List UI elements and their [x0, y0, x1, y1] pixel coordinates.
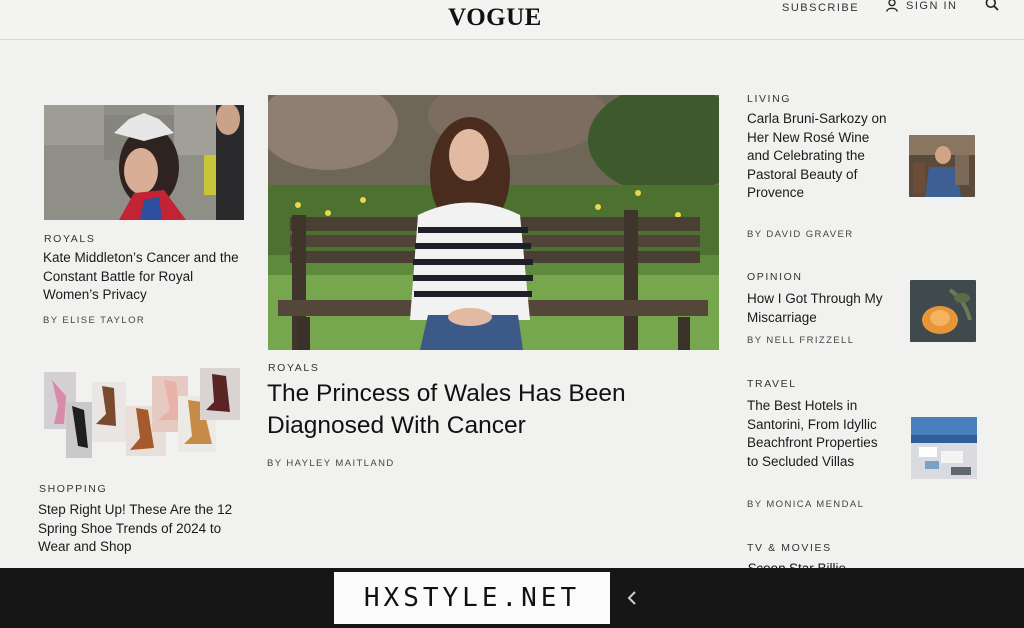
watermark-banner: HXSTYLE.NET — [334, 572, 610, 624]
princess-bench-photo[interactable] — [268, 95, 719, 350]
story-byline: BY DAVID GRAVER — [747, 229, 854, 240]
rose-painting-thumbnail[interactable] — [910, 280, 976, 342]
story-headline[interactable]: Carla Bruni-Sarkozy on Her New Rosé Wine… — [747, 110, 887, 203]
story-kicker[interactable]: ROYALS — [44, 233, 95, 245]
story-kicker[interactable]: ROYALS — [268, 362, 319, 374]
story-kicker[interactable]: LIVING — [747, 93, 791, 105]
main-headline[interactable]: The Princess of Wales Has Been Diagnosed… — [267, 378, 687, 442]
vogue-logo[interactable]: VOGUE — [445, 4, 545, 32]
story-headline[interactable]: The Best Hotels in Santorini, From Idyll… — [747, 397, 887, 471]
search-icon[interactable] — [985, 0, 999, 11]
sign-in-link[interactable]: SIGN IN — [886, 0, 957, 12]
story-headline[interactable]: How I Got Through My Miscarriage — [747, 290, 887, 327]
sign-in-label: SIGN IN — [906, 0, 958, 12]
story-byline: BY HAYLEY MAITLAND — [267, 458, 395, 469]
story-byline: BY ELISE TAYLOR — [43, 315, 146, 326]
subscribe-link[interactable]: SUBSCRIBE — [782, 2, 859, 14]
story-byline: BY MONICA MENDAL — [747, 499, 865, 510]
user-icon — [886, 0, 898, 12]
story-kicker[interactable]: TRAVEL — [747, 378, 797, 390]
santorini-thumbnail[interactable] — [911, 417, 977, 479]
story-headline[interactable]: Kate Middleton’s Cancer and the Constant… — [43, 249, 248, 305]
shoe-collage-image[interactable] — [44, 366, 240, 459]
story-byline: BY NELL FRIZZELL — [747, 335, 855, 346]
story-headline[interactable]: Step Right Up! These Are the 12 Spring S… — [38, 501, 243, 557]
chevron-left-icon[interactable] — [626, 590, 638, 606]
site-header: VOGUE SUBSCRIBE SIGN IN — [0, 0, 1024, 40]
carla-bruni-thumbnail[interactable] — [909, 135, 975, 197]
story-kicker[interactable]: OPINION — [747, 271, 803, 283]
royal-tiara-photo[interactable] — [44, 105, 244, 220]
story-kicker[interactable]: TV & MOVIES — [747, 542, 832, 554]
story-kicker[interactable]: SHOPPING — [39, 483, 107, 495]
browser-viewport: VOGUE SUBSCRIBE SIGN IN ROYALS Kate Midd… — [0, 0, 1024, 588]
